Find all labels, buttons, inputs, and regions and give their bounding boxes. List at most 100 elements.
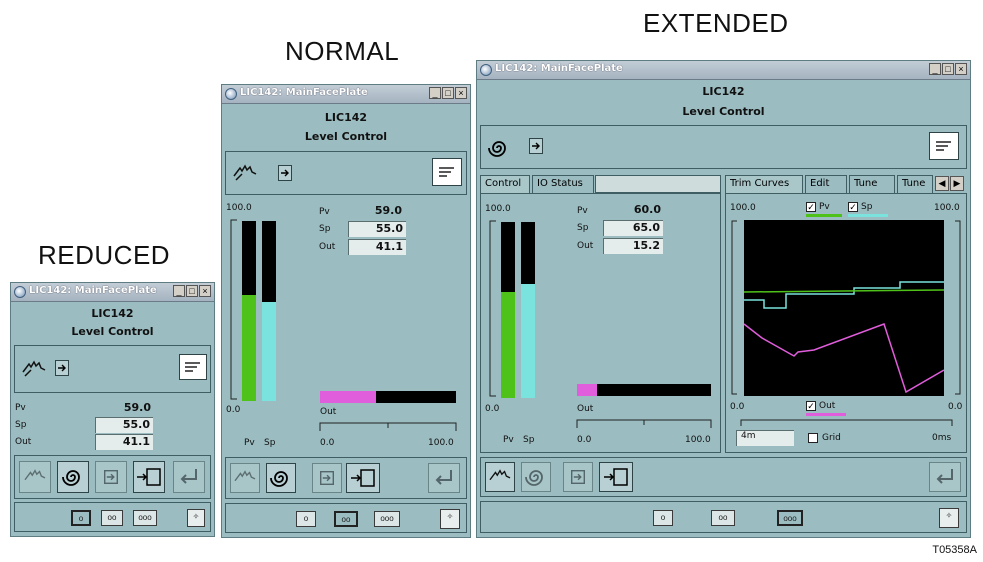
sp-bar (262, 221, 276, 401)
close-button[interactable]: × (455, 87, 467, 99)
cascade-mode-button[interactable] (529, 138, 543, 154)
out-bar-fill (320, 391, 376, 403)
remote-cascade-button[interactable] (346, 463, 380, 493)
maximize-button[interactable]: □ (942, 63, 954, 75)
minimize-button[interactable]: _ (429, 87, 441, 99)
manual-mode-button[interactable] (230, 463, 260, 493)
trend-left-top-label: 100.0 (730, 203, 756, 213)
out-bar (320, 391, 456, 403)
tab-tune-2[interactable]: Tune (897, 175, 933, 193)
tab-tune[interactable]: Tune (849, 175, 895, 193)
sp-legend-checkbox[interactable]: ✓ (848, 202, 858, 212)
reduced-view-button[interactable]: o (71, 510, 91, 526)
trend-plot (744, 220, 944, 396)
remote-cascade-button[interactable] (599, 462, 633, 492)
cascade-mode-button[interactable] (278, 165, 292, 181)
reduced-caption: REDUCED (38, 240, 171, 270)
app-icon (14, 286, 26, 298)
title-bar[interactable]: LIC142: MainFacePlate _ □ × (477, 61, 970, 80)
pin-button[interactable]: ✧ (187, 509, 205, 527)
reduced-faceplate-window: LIC142: MainFacePlate _ □ × LIC142 Level… (10, 282, 215, 537)
trend-time-end-label: 0ms (932, 433, 952, 443)
extended-view-button[interactable]: ooo (133, 510, 157, 526)
auto-mode-button[interactable] (57, 461, 89, 493)
auto-mode-button[interactable] (521, 462, 551, 492)
sp-value-field[interactable]: 55.0 (95, 417, 153, 433)
trend-left-bottom-label: 0.0 (730, 402, 745, 412)
auto-status-icon[interactable] (485, 134, 513, 162)
view-button-bar: o oo ooo ✧ (480, 501, 967, 533)
extended-view-button[interactable]: ooo (777, 510, 803, 526)
title-bar[interactable]: LIC142: MainFacePlate _ □ × (222, 85, 470, 104)
out-legend-checkbox[interactable]: ✓ (806, 401, 816, 411)
cascade-button[interactable] (312, 463, 342, 493)
auto-mode-button[interactable] (266, 463, 296, 493)
manual-mode-button[interactable] (485, 462, 515, 492)
close-button[interactable]: × (199, 285, 211, 297)
normal-faceplate-window: LIC142: MainFacePlate _ □ × LIC142 Level… (221, 84, 471, 538)
close-button[interactable]: × (955, 63, 967, 75)
out-value-field[interactable]: 41.1 (348, 239, 406, 255)
figure-id: T05358A (932, 544, 977, 556)
mode-button-bar (480, 457, 967, 497)
pv-bar-fill (501, 292, 515, 398)
pin-button[interactable]: ✧ (939, 508, 959, 528)
detail-display-button[interactable] (432, 158, 462, 186)
grid-checkbox[interactable] (808, 433, 818, 443)
sp-value-field[interactable]: 55.0 (348, 221, 406, 237)
cascade-mode-button[interactable] (55, 360, 69, 376)
tab-trim-curves[interactable]: Trim Curves (725, 175, 803, 193)
remote-cascade-button[interactable] (133, 461, 165, 493)
extended-faceplate-window: LIC142: MainFacePlate _ □ × LIC142 Level… (476, 60, 971, 538)
out-scale-min: 0.0 (577, 435, 592, 445)
cascade-button[interactable] (563, 462, 593, 492)
manual-hand-icon[interactable] (21, 356, 47, 382)
normal-view-button[interactable]: oo (334, 511, 358, 527)
tab-control[interactable]: Control (480, 175, 530, 193)
out-value-field[interactable]: 41.1 (95, 434, 153, 450)
normal-view-button[interactable]: oo (101, 510, 123, 526)
pin-button[interactable]: ✧ (440, 509, 460, 529)
out-trend-line (744, 323, 944, 394)
tab-edit[interactable]: Edit (805, 175, 847, 193)
time-span-field[interactable]: 4m (736, 430, 794, 446)
out-bar (577, 384, 711, 396)
detail-display-button[interactable] (179, 354, 207, 380)
out-scale-ticks (576, 419, 712, 428)
pv-label: Pv (577, 206, 588, 216)
title-bar[interactable]: LIC142: MainFacePlate _ □ × (11, 283, 214, 302)
pin-icon: ✧ (945, 511, 953, 520)
pv-legend-checkbox[interactable]: ✓ (806, 202, 816, 212)
out-label: Out (15, 437, 32, 447)
tab-scroll-right-button[interactable]: ▶ (950, 176, 964, 191)
enter-button[interactable] (173, 461, 205, 493)
manual-mode-button[interactable] (19, 461, 51, 493)
tab-scroll-left-button[interactable]: ◀ (935, 176, 949, 191)
sp-bar (521, 222, 535, 398)
maximize-button[interactable]: □ (186, 285, 198, 297)
sp-value-field[interactable]: 65.0 (603, 220, 663, 236)
minimize-button[interactable]: _ (929, 63, 941, 75)
sp-bar-fill (262, 302, 276, 401)
out-value-field[interactable]: 15.2 (603, 238, 663, 254)
bar-scale-bracket (489, 220, 496, 397)
extended-view-button[interactable]: ooo (374, 511, 400, 527)
maximize-button[interactable]: □ (442, 87, 454, 99)
window-title: LIC142: MainFacePlate (29, 285, 157, 296)
pin-icon: ✧ (446, 512, 454, 521)
minimize-button[interactable]: _ (173, 285, 185, 297)
enter-button[interactable] (428, 463, 460, 493)
trend-left-bracket (731, 220, 737, 395)
sp-trend-line (744, 281, 944, 309)
manual-hand-icon[interactable] (232, 160, 258, 186)
enter-button[interactable] (929, 462, 961, 492)
out-scale-max: 100.0 (428, 438, 454, 448)
detail-display-button[interactable] (929, 132, 959, 160)
reduced-view-button[interactable]: o (296, 511, 316, 527)
cascade-button[interactable] (95, 461, 127, 493)
out-legend-label: Out (819, 401, 836, 411)
tab-io-status[interactable]: IO Status (532, 175, 594, 193)
reduced-view-button[interactable]: o (653, 510, 673, 526)
normal-view-button[interactable]: oo (711, 510, 735, 526)
sp-legend-swatch (848, 214, 888, 217)
